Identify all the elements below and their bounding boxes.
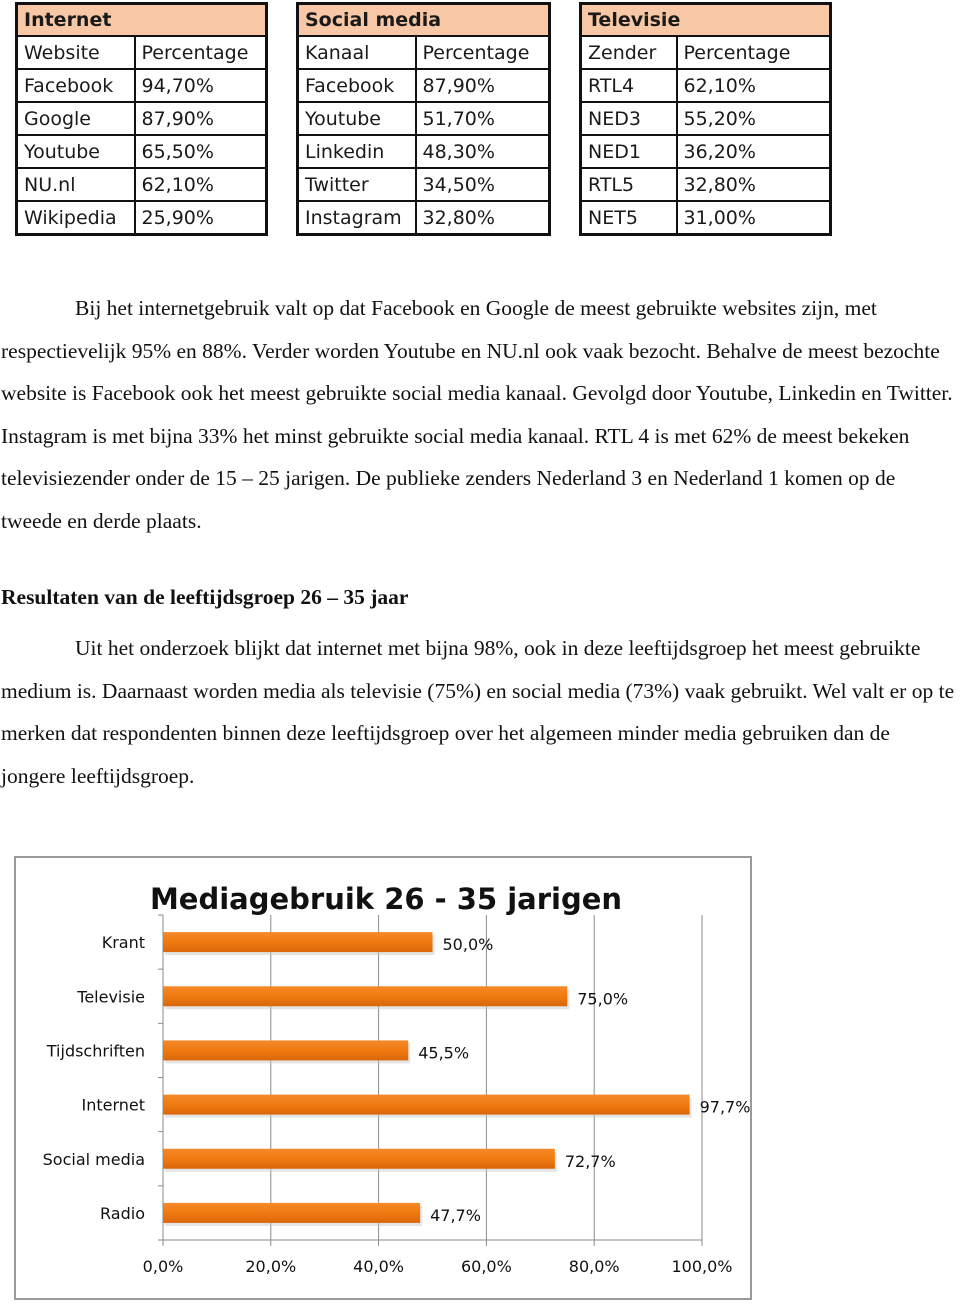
social-media-table: Social media Kanaal Percentage Facebook 87… bbox=[296, 2, 551, 236]
bar bbox=[163, 1040, 409, 1061]
table-row: Instagram 32,80% bbox=[296, 200, 551, 236]
table-row: NU.nl 62,10% bbox=[15, 167, 268, 202]
bar bbox=[163, 932, 433, 953]
column-header: Percentage bbox=[414, 35, 551, 70]
cell: 94,70% bbox=[133, 68, 268, 103]
data-label: 47,7% bbox=[430, 1206, 481, 1225]
cell: 62,10% bbox=[675, 68, 832, 103]
bar bbox=[163, 1148, 555, 1169]
bar bbox=[163, 1094, 690, 1115]
cell: Youtube bbox=[15, 134, 136, 169]
cell: 32,80% bbox=[414, 200, 551, 236]
cell: NU.nl bbox=[15, 167, 136, 202]
cell: 25,90% bbox=[133, 200, 268, 236]
column-header: Percentage bbox=[675, 35, 832, 70]
table-row: RTL5 32,80% bbox=[579, 167, 832, 202]
bar bbox=[163, 1202, 421, 1223]
category-label: Krant bbox=[102, 933, 145, 952]
data-label: 50,0% bbox=[443, 935, 494, 954]
cell: Twitter bbox=[296, 167, 417, 202]
category-label: Internet bbox=[81, 1096, 145, 1115]
category-label: Radio bbox=[100, 1204, 145, 1223]
table-row: NED3 55,20% bbox=[579, 101, 832, 136]
table-title: Social media bbox=[296, 2, 551, 37]
table-row: Wikipedia 25,90% bbox=[15, 200, 268, 236]
x-tick-label: 0,0% bbox=[143, 1257, 184, 1276]
paragraph-internet-usage: Bij het internetgebruik valt op dat Face… bbox=[1, 287, 959, 542]
gridlines bbox=[270, 915, 703, 1240]
cell: 55,20% bbox=[675, 101, 832, 136]
media-usage-chart: Mediagebruik 26 - 35 jarigen 50,0% 75,0% 4… bbox=[14, 856, 752, 1300]
column-header: Website bbox=[15, 35, 136, 70]
section-heading: Resultaten van de leeftijdsgroep 26 – 35… bbox=[1, 585, 409, 609]
cell: Google bbox=[15, 101, 136, 136]
cell: NET5 bbox=[579, 200, 678, 236]
cell: 62,10% bbox=[133, 167, 268, 202]
cell: 65,50% bbox=[133, 134, 268, 169]
table-row: NED1 36,20% bbox=[579, 134, 832, 169]
table-title: Televisie bbox=[579, 2, 832, 37]
table-row: Youtube 65,50% bbox=[15, 134, 268, 169]
x-tick-label: 20,0% bbox=[245, 1257, 296, 1276]
table-row: NET5 31,00% bbox=[579, 200, 832, 236]
internet-table: Internet Website Percentage Facebook 94,70… bbox=[15, 2, 268, 236]
cell: 36,20% bbox=[675, 134, 832, 169]
paragraph-text: Bij het internetgebruik valt op dat Face… bbox=[1, 296, 953, 533]
cell: 34,50% bbox=[414, 167, 551, 202]
data-label: 75,0% bbox=[577, 989, 628, 1008]
cell: RTL5 bbox=[579, 167, 678, 202]
table-row: Facebook 87,90% bbox=[296, 68, 551, 103]
cell: 48,30% bbox=[414, 134, 551, 169]
cell: NED1 bbox=[579, 134, 678, 169]
bar bbox=[163, 986, 568, 1007]
category-label: Tijdschriften bbox=[46, 1041, 145, 1060]
cell: 51,70% bbox=[414, 101, 551, 136]
category-label: Televisie bbox=[76, 987, 145, 1006]
cell: Facebook bbox=[296, 68, 417, 103]
cell: NED3 bbox=[579, 101, 678, 136]
cell: Linkedin bbox=[296, 134, 417, 169]
data-label: 72,7% bbox=[565, 1152, 616, 1171]
table-row: Linkedin 48,30% bbox=[296, 134, 551, 169]
cell: 87,90% bbox=[414, 68, 551, 103]
category-label: Social media bbox=[43, 1150, 145, 1169]
table-row: RTL4 62,10% bbox=[579, 68, 832, 103]
cell: 31,00% bbox=[675, 200, 832, 236]
x-tick-label: 80,0% bbox=[569, 1257, 620, 1276]
column-header: Zender bbox=[579, 35, 678, 70]
table-title: Internet bbox=[15, 2, 268, 37]
cell: 32,80% bbox=[675, 167, 832, 202]
column-header: Percentage bbox=[133, 35, 268, 70]
cell: 87,90% bbox=[133, 101, 268, 136]
table-row: Youtube 51,70% bbox=[296, 101, 551, 136]
cell: Instagram bbox=[296, 200, 417, 236]
cell: Youtube bbox=[296, 101, 417, 136]
x-tick-label: 40,0% bbox=[353, 1257, 404, 1276]
chart-canvas: Mediagebruik 26 - 35 jarigen 50,0% 75,0% 4… bbox=[43, 882, 750, 1276]
televisie-table: Televisie Zender Percentage RTL4 62,10% NE… bbox=[579, 2, 832, 236]
cell: RTL4 bbox=[579, 68, 678, 103]
chart-title: Mediagebruik 26 - 35 jarigen bbox=[150, 882, 622, 916]
paragraph-age-group-results: Uit het onderzoek blijkt dat internet me… bbox=[1, 627, 959, 797]
cell: Wikipedia bbox=[15, 200, 136, 236]
data-label: 97,7% bbox=[700, 1098, 750, 1117]
x-tick-label: 100,0% bbox=[671, 1257, 732, 1276]
table-row: Google 87,90% bbox=[15, 101, 268, 136]
x-tick-label: 60,0% bbox=[461, 1257, 512, 1276]
paragraph-text: Uit het onderzoek blijkt dat internet me… bbox=[1, 636, 955, 788]
data-label: 45,5% bbox=[418, 1043, 469, 1062]
table-row: Twitter 34,50% bbox=[296, 167, 551, 202]
column-header: Kanaal bbox=[296, 35, 417, 70]
cell: Facebook bbox=[15, 68, 136, 103]
table-row: Facebook 94,70% bbox=[15, 68, 268, 103]
bars: 50,0% 75,0% 45,5% 97,7% 72,7% 47,7% bbox=[163, 932, 750, 1226]
